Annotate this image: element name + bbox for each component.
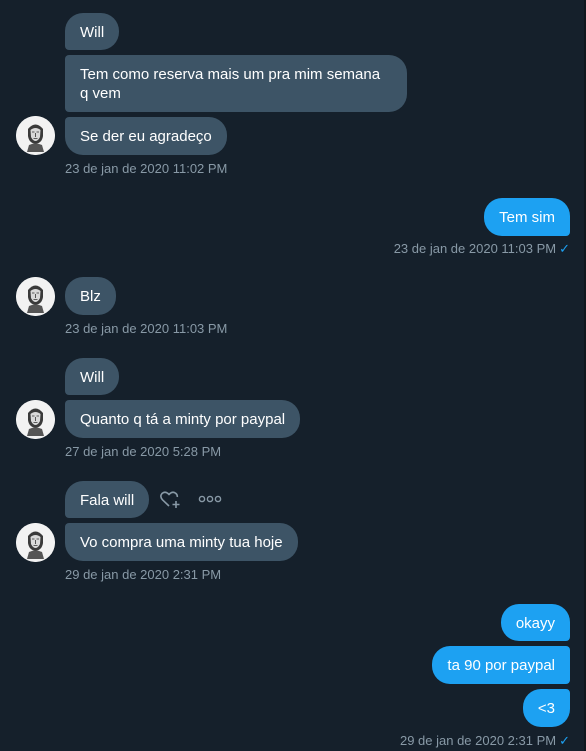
message-timestamp: 23 de jan de 2020 11:03 PM ✓ — [394, 241, 570, 257]
bust-avatar-icon — [16, 523, 55, 562]
message-bubble[interactable]: Vo compra uma minty tua hoje — [65, 523, 298, 561]
message-timestamp: 27 de jan de 2020 5:28 PM — [65, 444, 222, 459]
more-options-button[interactable] — [198, 489, 222, 509]
like-button[interactable] — [158, 487, 182, 511]
message-bubble[interactable]: Blz — [65, 277, 116, 315]
more-dots-icon — [198, 495, 222, 503]
avatar[interactable] — [16, 523, 55, 562]
message-bubble[interactable]: Tem sim — [484, 198, 570, 236]
message-bubble[interactable]: Tem como reserva mais um pra mim semana … — [65, 55, 407, 112]
message-bubble[interactable]: ta 90 por paypal — [432, 646, 570, 684]
message-bubble[interactable]: <3 — [522, 689, 570, 727]
bust-avatar-icon — [16, 277, 55, 316]
avatar[interactable] — [16, 400, 55, 439]
bust-avatar-icon — [16, 400, 55, 439]
message-timestamp: 29 de jan de 2020 2:31 PM — [65, 567, 222, 582]
message-bubble[interactable]: Will — [65, 13, 120, 50]
message-timestamp: 23 de jan de 2020 11:03 PM — [65, 321, 228, 336]
message-bubble[interactable]: Fala will — [65, 481, 150, 518]
read-check-icon: ✓ — [559, 241, 570, 256]
timestamp-text: 23 de jan de 2020 11:03 PM — [393, 241, 557, 256]
timestamp-text: 29 de jan de 2020 2:31 PM — [399, 733, 557, 748]
message-timestamp: 29 de jan de 2020 2:31 PM ✓ — [400, 733, 570, 749]
message-bubble[interactable]: Quanto q tá a minty por paypal — [65, 400, 301, 438]
avatar[interactable] — [16, 277, 55, 316]
avatar[interactable] — [16, 116, 55, 155]
message-timestamp: 23 de jan de 2020 11:02 PM — [65, 161, 228, 176]
read-check-icon: ✓ — [559, 733, 570, 748]
message-bubble[interactable]: Se der eu agradeço — [65, 117, 227, 155]
bust-avatar-icon — [16, 116, 55, 155]
heart-plus-icon — [160, 491, 180, 508]
message-bubble[interactable]: okayy — [500, 604, 570, 641]
message-bubble[interactable]: Will — [65, 358, 120, 395]
